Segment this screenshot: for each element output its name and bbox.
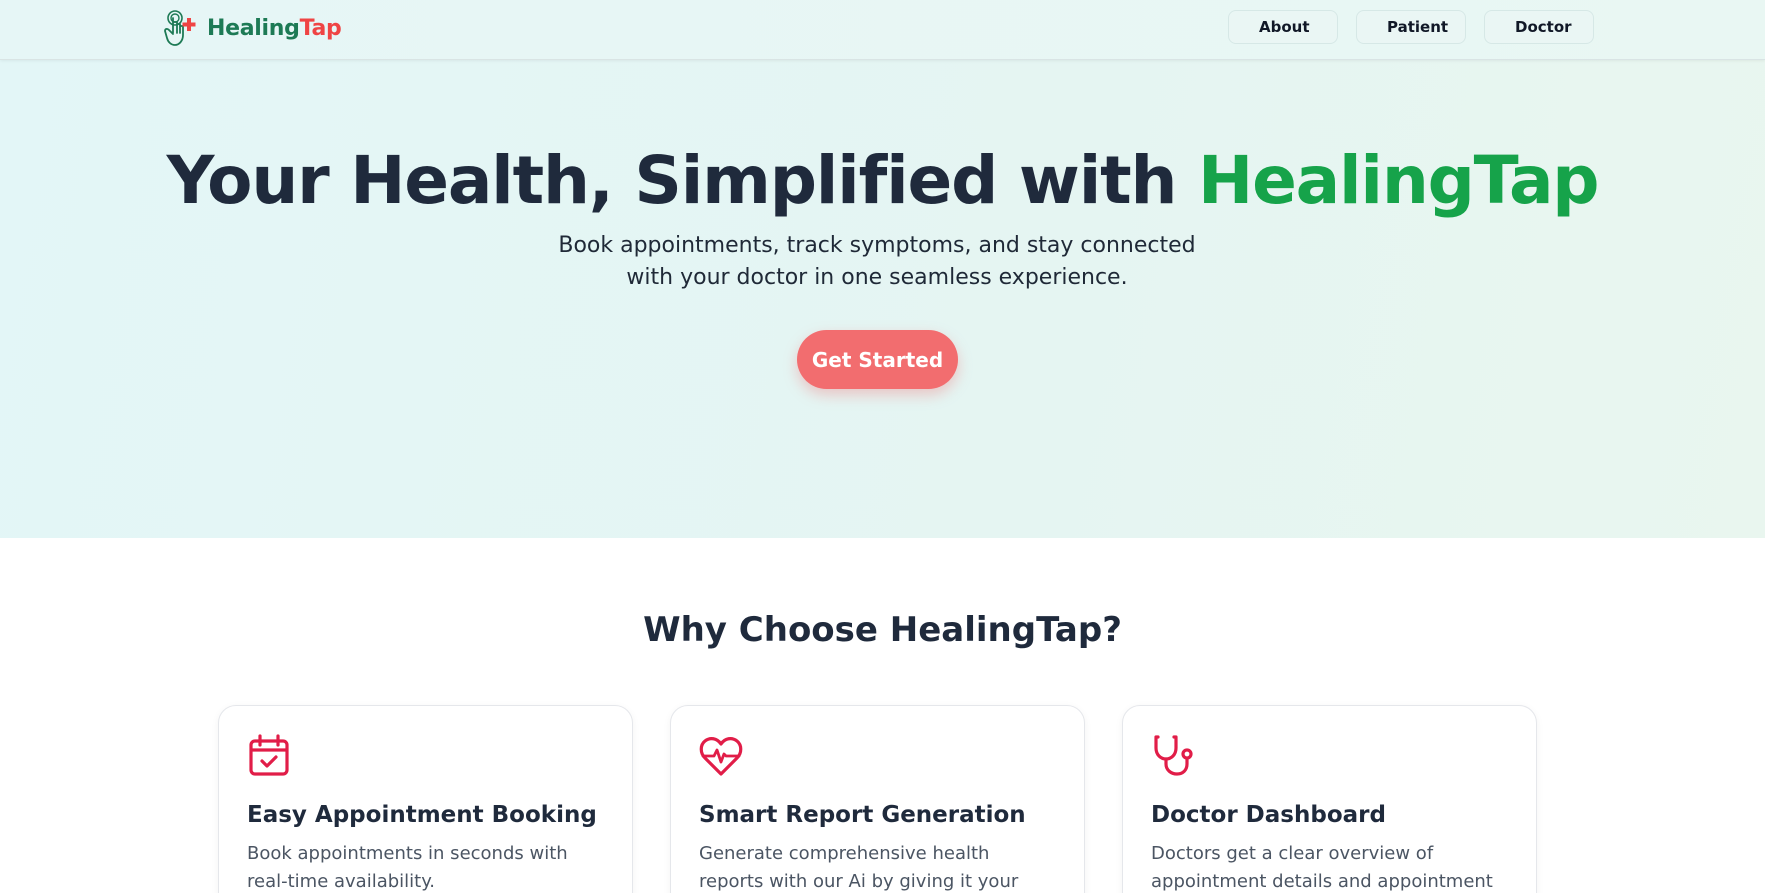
brand-logo-link[interactable]: HealingTap <box>163 8 342 48</box>
feature-description: Doctors get a clear overview of appointm… <box>1151 843 1493 892</box>
feature-description: Generate comprehensive health reports wi… <box>699 843 1019 892</box>
heart-pulse-icon <box>699 737 743 776</box>
brand-name-part1: Healing <box>207 15 300 41</box>
brand-name: HealingTap <box>207 15 342 41</box>
feature-title: Doctor Dashboard <box>1151 802 1386 828</box>
hero-title-accent: HealingTap <box>1198 142 1600 219</box>
feature-description: Book appointments in seconds with real-t… <box>247 843 568 892</box>
feature-title: Smart Report Generation <box>699 802 1026 828</box>
features-heading: Why Choose HealingTap? <box>643 610 1122 650</box>
feature-card-dashboard: Doctor Dashboard Doctors get a clear ove… <box>1122 705 1537 893</box>
nav-doctor-button[interactable]: Doctor <box>1484 10 1594 44</box>
stethoscope-icon <box>1154 735 1193 776</box>
brand-name-part2: Tap <box>299 15 342 41</box>
feature-card-report: Smart Report Generation Generate compreh… <box>670 705 1085 893</box>
get-started-button[interactable]: Get Started <box>797 330 958 389</box>
nav-about-button[interactable]: About <box>1228 10 1338 44</box>
main-nav: About Patient Doctor <box>1228 10 1594 44</box>
nav-patient-button[interactable]: Patient <box>1356 10 1466 44</box>
feature-card-appointment: Easy Appointment Booking Book appointmen… <box>218 705 633 893</box>
hero-title: Your Health, Simplified with HealingTap <box>0 142 1765 219</box>
hero-section: Your Health, Simplified with HealingTap … <box>0 60 1765 538</box>
hero-subtitle: Book appointments, track symptoms, and s… <box>558 233 1196 290</box>
top-nav-bar: HealingTap About Patient Doctor <box>0 0 1765 60</box>
hero-title-main: Your Health, Simplified with <box>166 142 1199 219</box>
feature-title: Easy Appointment Booking <box>247 802 597 828</box>
hand-tap-plus-icon <box>164 10 196 46</box>
calendar-check-icon <box>249 734 289 776</box>
